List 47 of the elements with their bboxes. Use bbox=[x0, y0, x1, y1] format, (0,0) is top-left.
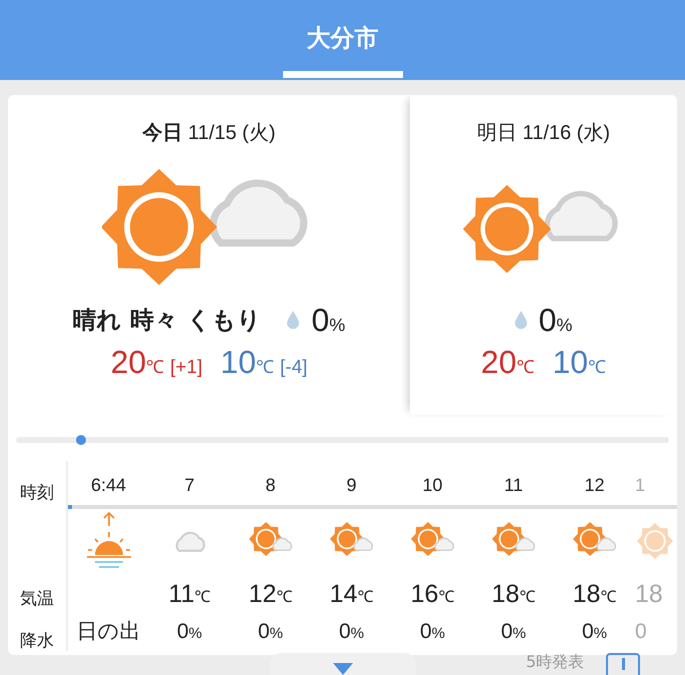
sun-icon bbox=[635, 521, 675, 561]
hour-temp: 16℃ bbox=[410, 582, 454, 606]
precip-chance: 0% bbox=[538, 304, 572, 336]
weather-condition: 晴れ 時々 くもり bbox=[72, 305, 262, 336]
row-label: 時刻 bbox=[19, 482, 55, 503]
raindrop-icon bbox=[514, 311, 527, 329]
raindrop-icon bbox=[287, 311, 300, 329]
precip-chance: 0% bbox=[258, 620, 284, 642]
precip-chance: 0% bbox=[500, 620, 526, 642]
hour-label: 11 bbox=[504, 475, 523, 497]
expand-button[interactable] bbox=[270, 653, 416, 675]
high-temp: 20℃ bbox=[480, 346, 534, 378]
alert-icon[interactable] bbox=[606, 653, 640, 675]
precip-chance: 0 bbox=[635, 620, 647, 642]
hour-temp: 12℃ bbox=[248, 582, 292, 606]
hour-label: 12 bbox=[584, 475, 605, 497]
day-date: 明日 11/16 (水) bbox=[477, 121, 610, 146]
hour-label: 6:44 bbox=[90, 475, 126, 497]
issued-time: 5時発表 bbox=[526, 652, 584, 673]
hour-temp: 11℃ bbox=[168, 582, 210, 606]
sunrise-label: 日の出 bbox=[76, 620, 140, 642]
low-temp-diff: [-4] bbox=[280, 357, 308, 379]
hour-label: 7 bbox=[184, 475, 194, 497]
hour-temp: 18 bbox=[635, 582, 663, 606]
high-temp: 20℃ bbox=[110, 346, 164, 378]
row-label: 降水 bbox=[19, 630, 55, 651]
precip-chance: 0% bbox=[176, 620, 202, 642]
precip-chance: 0% bbox=[420, 620, 446, 642]
day-date: 今日 11/15 (火) bbox=[142, 121, 276, 146]
precip-chance: 0% bbox=[582, 620, 608, 642]
slider-thumb[interactable] bbox=[76, 435, 86, 445]
hour-label: 9 bbox=[346, 475, 356, 497]
timeline-slider[interactable] bbox=[16, 437, 669, 443]
hour-label: 10 bbox=[422, 475, 443, 497]
low-temp: 10℃ bbox=[552, 346, 606, 378]
hour-temp: 18℃ bbox=[572, 582, 616, 606]
caret-down-icon bbox=[333, 663, 353, 675]
low-temp: 10℃ bbox=[220, 346, 274, 378]
hour-label: 1 bbox=[635, 475, 646, 497]
hour-label: 8 bbox=[265, 475, 276, 497]
precip-chance: 0% bbox=[338, 620, 364, 642]
hour-temp: 14℃ bbox=[330, 582, 374, 606]
hour-temp: 18℃ bbox=[492, 582, 536, 606]
location-tab[interactable]: 大分市 bbox=[282, 0, 402, 78]
high-temp-diff: [+1] bbox=[170, 357, 202, 379]
precip-chance: 0% bbox=[311, 304, 346, 336]
row-label: 気温 bbox=[19, 588, 55, 609]
